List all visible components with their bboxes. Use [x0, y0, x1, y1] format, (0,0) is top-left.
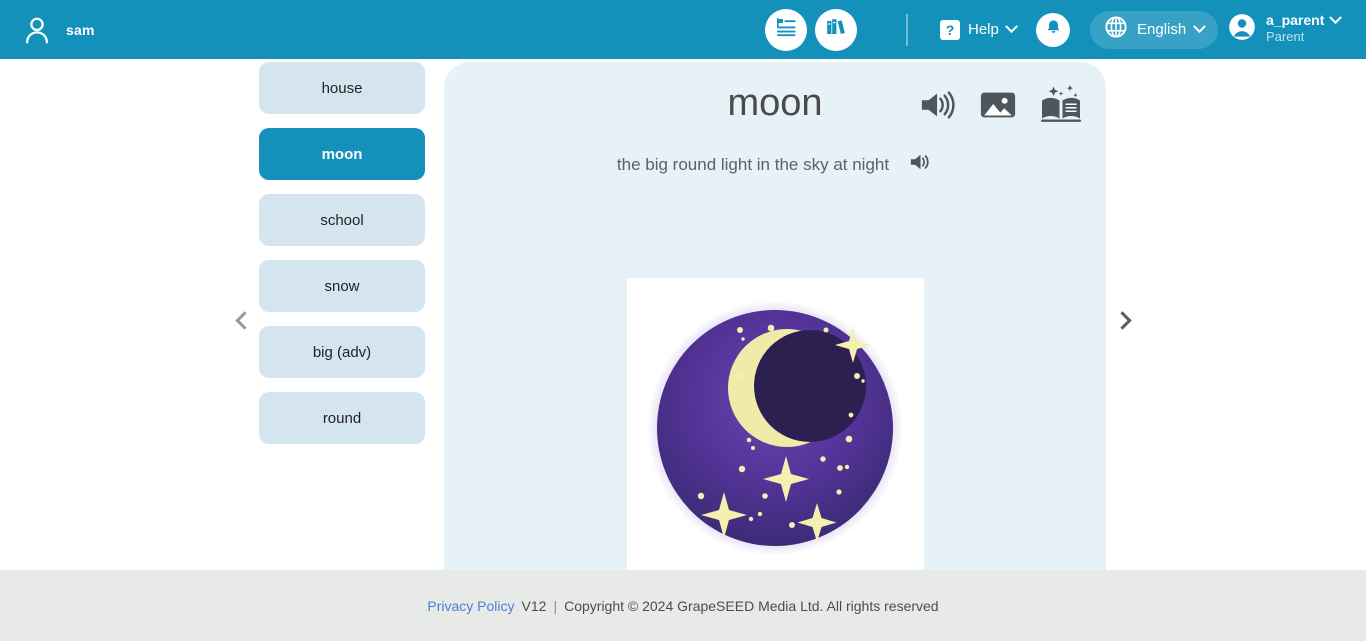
footer-separator: |: [553, 597, 558, 614]
speaker-icon[interactable]: [919, 89, 957, 126]
language-label: English: [1137, 21, 1187, 38]
word-image-card: [627, 278, 924, 576]
lesson-list-icon: [774, 15, 798, 44]
chevron-down-icon: [1329, 11, 1343, 24]
word-item-school[interactable]: school: [259, 194, 425, 246]
user-icon: [22, 15, 52, 45]
word-item-moon[interactable]: moon: [259, 128, 425, 180]
word-detail-panel: moon the big round light in the sky at n…: [444, 62, 1106, 628]
word-list: house moon school snow big (adv) round: [259, 62, 425, 458]
word-item-snow[interactable]: snow: [259, 260, 425, 312]
notifications-button[interactable]: [1036, 12, 1070, 47]
picture-icon[interactable]: [979, 89, 1017, 126]
word-item-house[interactable]: house: [259, 62, 425, 114]
speaker-small-icon[interactable]: [909, 152, 933, 177]
lesson-list-button[interactable]: [765, 8, 807, 51]
account-menu[interactable]: a_parent Parent: [1228, 11, 1343, 46]
language-selector[interactable]: English: [1090, 10, 1219, 49]
header-user-left[interactable]: sam: [0, 15, 95, 45]
bell-icon: [1044, 18, 1063, 42]
globe-icon: [1104, 15, 1128, 44]
chevron-down-icon: [1004, 20, 1018, 34]
app-version: V12: [521, 597, 547, 614]
word-item-big-adv[interactable]: big (adv): [259, 326, 425, 378]
account-circle-icon: [1228, 13, 1256, 46]
prev-page-button[interactable]: [232, 302, 256, 338]
word-action-icons: [919, 84, 1083, 131]
next-page-button[interactable]: [1110, 302, 1134, 338]
definition-row: the big round light in the sky at night: [444, 152, 1106, 177]
copyright-text: Copyright © 2024 GrapeSEED Media Ltd. Al…: [564, 597, 939, 614]
help-question-icon: ?: [940, 19, 960, 40]
chevron-down-icon: [1193, 20, 1207, 34]
privacy-policy-link[interactable]: Privacy Policy: [427, 598, 514, 614]
word-definition: the big round light in the sky at night: [616, 154, 890, 174]
help-menu[interactable]: ? Help: [940, 19, 1018, 40]
chevron-right-icon: [1112, 310, 1132, 330]
sparkle-book-icon[interactable]: [1039, 84, 1083, 131]
content-stage: house moon school snow big (adv) round m…: [0, 59, 1366, 628]
header-nav-icons: [765, 8, 857, 51]
header-divider: [906, 14, 908, 46]
chevron-left-icon: [234, 310, 254, 330]
top-header-bar: sam ? Help English a_parent Parent: [0, 0, 1366, 59]
account-name: a_parent: [1266, 12, 1325, 29]
header-username: sam: [66, 21, 95, 38]
library-button[interactable]: [815, 8, 857, 51]
library-books-icon: [824, 15, 848, 44]
word-item-round[interactable]: round: [259, 392, 425, 444]
help-label: Help: [968, 21, 999, 38]
page-footer: Privacy Policy V12 | Copyright © 2024 Gr…: [0, 570, 1366, 641]
account-role: Parent: [1266, 29, 1305, 45]
